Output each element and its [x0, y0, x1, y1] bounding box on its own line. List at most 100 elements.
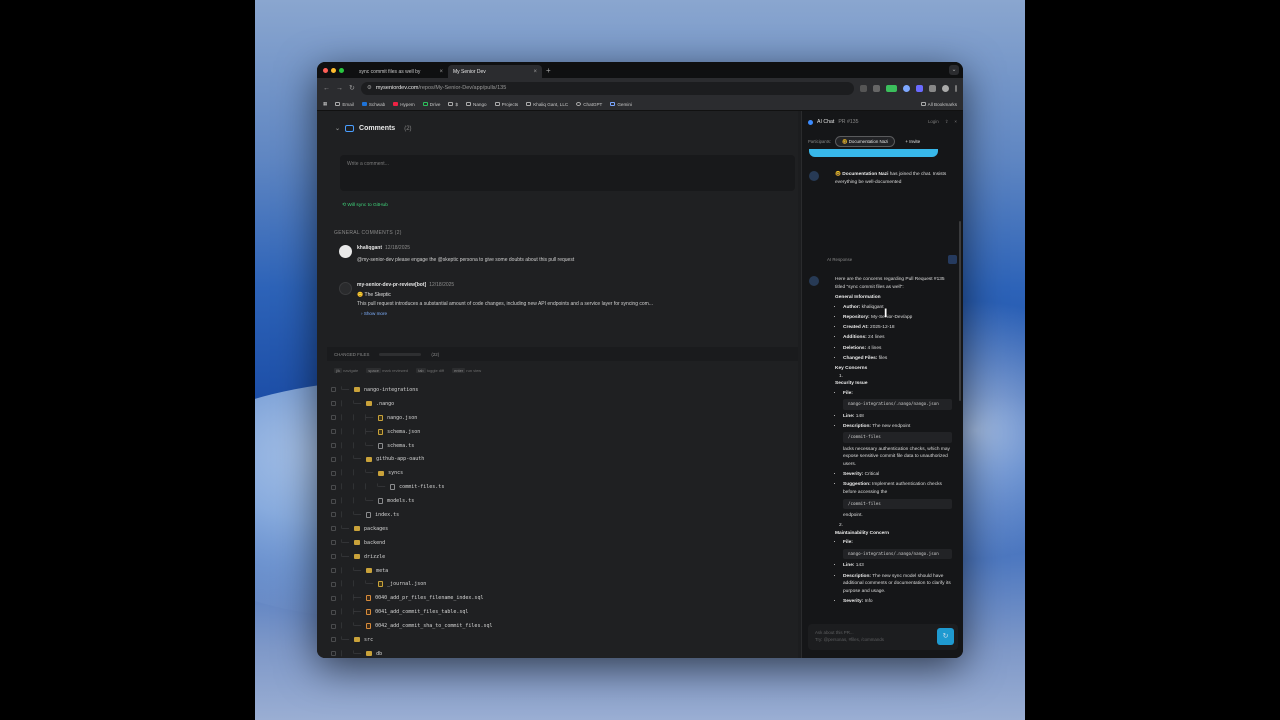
- file-tree-row[interactable]: └── packages: [331, 522, 791, 536]
- review-progress-bar: [379, 352, 422, 356]
- browser-tab-active[interactable]: My Senior Dev ×: [448, 65, 542, 78]
- minimize-window-button[interactable]: [331, 67, 336, 73]
- reviewed-checkbox[interactable]: [331, 429, 336, 435]
- file-tree-row[interactable]: │ └── db: [331, 647, 791, 658]
- site-info-icon[interactable]: ⚙: [367, 85, 372, 91]
- comments-header[interactable]: ⌄ Comments (2): [335, 125, 412, 132]
- file-tree-row[interactable]: └── nango-integrations: [331, 383, 791, 397]
- cast-icon[interactable]: [860, 84, 867, 92]
- bookmark-schwab[interactable]: Schwab: [361, 102, 385, 107]
- reviewed-checkbox[interactable]: [331, 623, 336, 629]
- bookmark-khaliq[interactable]: Khaliq Gant, LLC: [526, 102, 568, 107]
- reviewed-checkbox[interactable]: [331, 387, 336, 393]
- reviewed-checkbox[interactable]: [331, 595, 336, 601]
- back-icon[interactable]: ←: [323, 85, 330, 92]
- chevron-down-icon[interactable]: ⌄: [949, 65, 959, 75]
- browser-tab[interactable]: sync commit files as well by ×: [354, 65, 448, 78]
- extension-icon[interactable]: [886, 84, 897, 92]
- reviewed-checkbox[interactable]: [331, 470, 336, 476]
- file-tree-row[interactable]: └── drizzle: [331, 550, 791, 564]
- file-tree-row[interactable]: │ └── .nango: [331, 397, 791, 411]
- avatar[interactable]: [942, 84, 949, 92]
- star-icon[interactable]: [873, 84, 880, 92]
- login-button[interactable]: Login: [928, 119, 939, 125]
- file-name: schema.json: [387, 428, 421, 435]
- file-tree-row[interactable]: │ ├── 0040_add_pr_files_filename_index.s…: [331, 591, 791, 605]
- close-icon[interactable]: ×: [533, 69, 537, 75]
- field-value: The new endpoint: [871, 423, 911, 429]
- reviewed-checkbox[interactable]: [331, 554, 336, 560]
- bookmark-hypem[interactable]: Hypem: [393, 102, 415, 107]
- file-icon: [378, 428, 384, 435]
- extension-icon[interactable]: [903, 84, 910, 92]
- reviewed-checkbox[interactable]: [331, 609, 336, 615]
- chevron-down-icon[interactable]: ⌄: [335, 125, 340, 132]
- reviewed-checkbox[interactable]: [331, 443, 336, 448]
- file-tree-row[interactable]: │ │ │ └── commit-files.ts: [331, 480, 791, 494]
- menu-icon[interactable]: [955, 84, 957, 92]
- file-tree-row[interactable]: │ │ ├── nango.json: [331, 411, 791, 425]
- invite-button[interactable]: + Invite: [905, 139, 920, 144]
- reviewed-checkbox[interactable]: [331, 512, 336, 518]
- file-tree-row[interactable]: │ │ └── models.ts: [331, 494, 791, 508]
- address-bar[interactable]: ⚙ myseniordev.com/repos/My-Senior-Dev/ap…: [360, 81, 854, 95]
- file-tree-row[interactable]: └── src: [331, 633, 791, 647]
- close-window-button[interactable]: [323, 67, 328, 73]
- file-tree-row[interactable]: └── backend: [331, 536, 791, 550]
- share-icon[interactable]: ⇪: [945, 119, 949, 125]
- response-intro: Here are the concerns regarding Pull Req…: [835, 277, 945, 290]
- file-tree-row[interactable]: │ │ └── schema.ts: [331, 439, 791, 453]
- file-tree-row[interactable]: │ └── github-app-oauth: [331, 452, 791, 466]
- reviewed-checkbox[interactable]: [331, 637, 336, 643]
- url-path: /repos/My-Senior-Dev/app/pulls/135: [418, 85, 507, 91]
- bookmark-money[interactable]: $: [448, 102, 458, 107]
- reviewed-checkbox[interactable]: [331, 526, 336, 532]
- apps-icon[interactable]: ▦: [323, 101, 327, 107]
- reviewed-checkbox[interactable]: [331, 415, 336, 421]
- reviewed-checkbox[interactable]: [331, 581, 336, 587]
- new-tab-button[interactable]: +: [546, 66, 551, 75]
- reviewed-checkbox[interactable]: [331, 651, 336, 657]
- ai-chat-input[interactable]: Ask about this PR... Try: @personas, #fi…: [808, 624, 958, 650]
- bookmark-drive[interactable]: Drive: [422, 102, 440, 107]
- reviewed-checkbox[interactable]: [331, 568, 336, 574]
- close-icon[interactable]: ×: [954, 119, 957, 125]
- file-tree-row[interactable]: │ │ └── _journal.json: [331, 577, 791, 591]
- bookmark-gemini[interactable]: Gemini: [610, 102, 632, 107]
- comment-author[interactable]: khaliqgant: [357, 245, 382, 251]
- field-label: Severity:: [843, 598, 864, 604]
- show-more-link[interactable]: › Show more: [361, 311, 779, 316]
- reviewed-checkbox[interactable]: [331, 484, 336, 490]
- file-tree-row[interactable]: │ └── index.ts: [331, 508, 791, 522]
- link-icon[interactable]: [948, 255, 957, 264]
- send-button[interactable]: ↻: [937, 628, 954, 645]
- bookmark-nango[interactable]: Nango: [466, 102, 487, 107]
- bookmark-chatgpt[interactable]: ChatGPT: [576, 102, 602, 107]
- reviewed-checkbox[interactable]: [331, 456, 336, 462]
- file-tree-row[interactable]: │ │ ├── schema.json: [331, 425, 791, 439]
- comment-input[interactable]: Write a comment...: [340, 155, 795, 191]
- tree-guide: │ │ ├──: [340, 428, 377, 435]
- reviewed-checkbox[interactable]: [331, 540, 336, 546]
- zoom-window-button[interactable]: [339, 67, 344, 73]
- forward-icon[interactable]: →: [336, 85, 343, 92]
- reload-icon[interactable]: ↻: [349, 84, 355, 92]
- reviewed-checkbox[interactable]: [331, 401, 336, 407]
- comment-author[interactable]: my-senior-dev-pr-review[bot]: [357, 282, 426, 288]
- all-bookmarks[interactable]: All Bookmarks: [920, 102, 957, 107]
- close-icon[interactable]: ×: [439, 69, 443, 75]
- file-tree-row[interactable]: │ └── 0042_add_commit_sha_to_commit_file…: [331, 619, 791, 633]
- changed-files-header[interactable]: CHANGED FILES (22): [327, 347, 801, 361]
- extension-icon[interactable]: [916, 84, 923, 92]
- participant-chip[interactable]: 🤓 Documentation Nazi: [835, 136, 896, 147]
- scrollbar[interactable]: [959, 221, 961, 401]
- reviewed-checkbox[interactable]: [331, 498, 336, 504]
- file-tree-row[interactable]: │ └── meta: [331, 564, 791, 578]
- bookmark-projects[interactable]: Projects: [494, 102, 518, 107]
- bookmark-email[interactable]: Email: [335, 102, 354, 107]
- folder-icon: [494, 102, 500, 106]
- puzzle-icon[interactable]: [929, 84, 936, 92]
- info-value: 4 lines: [866, 345, 882, 351]
- file-tree-row[interactable]: │ ├── 0041_add_commit_files_table.sql: [331, 605, 791, 619]
- file-tree-row[interactable]: │ │ └── syncs: [331, 466, 791, 480]
